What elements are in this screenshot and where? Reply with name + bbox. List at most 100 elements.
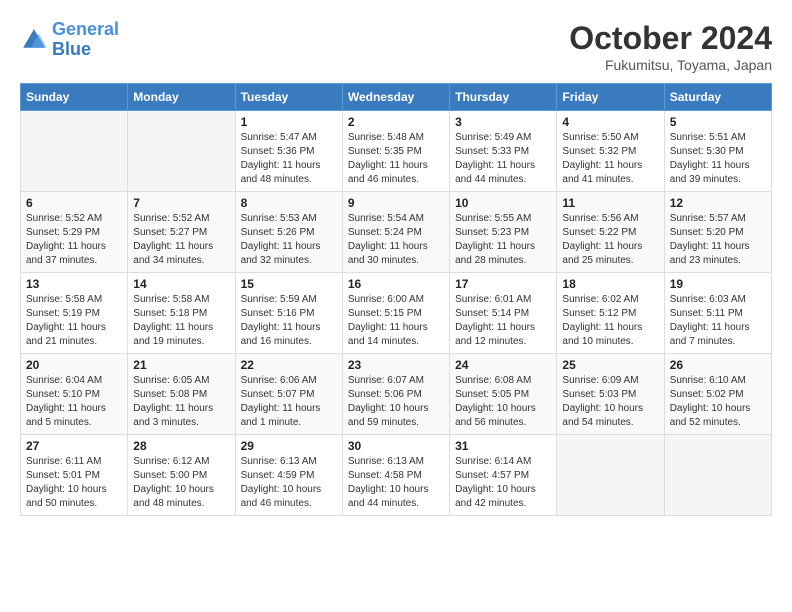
day-cell: 15 Sunrise: 5:59 AM Sunset: 5:16 PM Dayli… — [235, 273, 342, 354]
day-number: 18 — [562, 277, 658, 291]
day-cell — [128, 111, 235, 192]
day-info: Sunrise: 6:13 AM Sunset: 4:59 PM Dayligh… — [241, 455, 337, 511]
day-info: Sunrise: 5:48 AM Sunset: 5:35 PM Dayligh… — [348, 131, 444, 187]
day-info: Sunrise: 6:14 AM Sunset: 4:57 PM Dayligh… — [455, 455, 551, 511]
col-monday: Monday — [128, 84, 235, 111]
day-cell: 12Sunrise: 5:57 AM Sunset: 5:20 PM Dayli… — [664, 192, 771, 273]
day-cell: 20Sunrise: 6:04 AM Sunset: 5:10 PM Dayli… — [21, 354, 128, 435]
day-cell — [21, 111, 128, 192]
day-info: Sunrise: 6:02 AM Sunset: 5:12 PM Dayligh… — [562, 293, 658, 349]
day-cell: 11 Sunrise: 5:56 AM Sunset: 5:22 PM Dayli… — [557, 192, 664, 273]
logo-line1: General — [52, 19, 119, 39]
col-sunday: Sunday — [21, 84, 128, 111]
day-info: Sunrise: 5:55 AM Sunset: 5:23 PM Dayligh… — [455, 212, 551, 268]
col-thursday: Thursday — [450, 84, 557, 111]
day-number: 19 — [670, 277, 766, 291]
col-wednesday: Wednesday — [342, 84, 449, 111]
day-info: Sunrise: 6:03 AM Sunset: 5:11 PM Dayligh… — [670, 293, 766, 349]
day-cell: 28 Sunrise: 6:12 AM Sunset: 5:00 PM Dayli… — [128, 435, 235, 516]
day-cell: 22Sunrise: 6:06 AM Sunset: 5:07 PM Dayli… — [235, 354, 342, 435]
day-number: 13 — [26, 277, 122, 291]
week-row-5: 27Sunrise: 6:11 AM Sunset: 5:01 PM Dayli… — [21, 435, 772, 516]
day-info: Sunrise: 6:06 AM Sunset: 5:07 PM Dayligh… — [241, 374, 337, 430]
day-number: 1 — [241, 115, 337, 129]
col-saturday: Saturday — [664, 84, 771, 111]
day-cell: 31 Sunrise: 6:14 AM Sunset: 4:57 PM Dayli… — [450, 435, 557, 516]
day-cell: 2 Sunrise: 5:48 AM Sunset: 5:35 PM Daylig… — [342, 111, 449, 192]
day-number: 8 — [241, 196, 337, 210]
logo-line2: Blue — [52, 39, 91, 59]
day-info: Sunrise: 5:59 AM Sunset: 5:16 PM Dayligh… — [241, 293, 337, 349]
calendar-body: 1 Sunrise: 5:47 AM Sunset: 5:36 PM Daylig… — [21, 111, 772, 516]
week-row-2: 6Sunrise: 5:52 AM Sunset: 5:29 PM Daylig… — [21, 192, 772, 273]
day-cell: 29Sunrise: 6:13 AM Sunset: 4:59 PM Dayli… — [235, 435, 342, 516]
logo-text: General Blue — [52, 20, 119, 60]
day-cell: 24 Sunrise: 6:08 AM Sunset: 5:05 PM Dayli… — [450, 354, 557, 435]
day-number: 16 — [348, 277, 444, 291]
day-info: Sunrise: 5:49 AM Sunset: 5:33 PM Dayligh… — [455, 131, 551, 187]
day-info: Sunrise: 5:57 AM Sunset: 5:20 PM Dayligh… — [670, 212, 766, 268]
day-number: 31 — [455, 439, 551, 453]
location: Fukumitsu, Toyama, Japan — [569, 57, 772, 73]
day-cell: 21Sunrise: 6:05 AM Sunset: 5:08 PM Dayli… — [128, 354, 235, 435]
day-info: Sunrise: 6:13 AM Sunset: 4:58 PM Dayligh… — [348, 455, 444, 511]
day-number: 7 — [133, 196, 229, 210]
day-number: 24 — [455, 358, 551, 372]
day-number: 9 — [348, 196, 444, 210]
day-number: 5 — [670, 115, 766, 129]
day-number: 2 — [348, 115, 444, 129]
col-tuesday: Tuesday — [235, 84, 342, 111]
day-cell — [557, 435, 664, 516]
day-info: Sunrise: 5:52 AM Sunset: 5:27 PM Dayligh… — [133, 212, 229, 268]
day-cell: 6Sunrise: 5:52 AM Sunset: 5:29 PM Daylig… — [21, 192, 128, 273]
day-number: 11 — [562, 196, 658, 210]
day-info: Sunrise: 6:09 AM Sunset: 5:03 PM Dayligh… — [562, 374, 658, 430]
day-number: 25 — [562, 358, 658, 372]
day-number: 4 — [562, 115, 658, 129]
day-info: Sunrise: 6:12 AM Sunset: 5:00 PM Dayligh… — [133, 455, 229, 511]
day-number: 23 — [348, 358, 444, 372]
day-number: 3 — [455, 115, 551, 129]
day-number: 10 — [455, 196, 551, 210]
day-cell: 9 Sunrise: 5:54 AM Sunset: 5:24 PM Daylig… — [342, 192, 449, 273]
day-cell: 27Sunrise: 6:11 AM Sunset: 5:01 PM Dayli… — [21, 435, 128, 516]
day-info: Sunrise: 5:58 AM Sunset: 5:19 PM Dayligh… — [26, 293, 122, 349]
day-cell — [664, 435, 771, 516]
page-header: General Blue October 2024 Fukumitsu, Toy… — [20, 20, 772, 73]
day-number: 30 — [348, 439, 444, 453]
day-cell: 18 Sunrise: 6:02 AM Sunset: 5:12 PM Dayli… — [557, 273, 664, 354]
title-block: October 2024 Fukumitsu, Toyama, Japan — [569, 20, 772, 73]
day-cell: 26Sunrise: 6:10 AM Sunset: 5:02 PM Dayli… — [664, 354, 771, 435]
day-info: Sunrise: 5:50 AM Sunset: 5:32 PM Dayligh… — [562, 131, 658, 187]
calendar-table: Sunday Monday Tuesday Wednesday Thursday… — [20, 83, 772, 516]
day-info: Sunrise: 5:53 AM Sunset: 5:26 PM Dayligh… — [241, 212, 337, 268]
month-title: October 2024 — [569, 20, 772, 57]
week-row-1: 1 Sunrise: 5:47 AM Sunset: 5:36 PM Daylig… — [21, 111, 772, 192]
logo-icon — [20, 26, 48, 54]
day-info: Sunrise: 5:56 AM Sunset: 5:22 PM Dayligh… — [562, 212, 658, 268]
day-cell: 23 Sunrise: 6:07 AM Sunset: 5:06 PM Dayli… — [342, 354, 449, 435]
day-info: Sunrise: 6:08 AM Sunset: 5:05 PM Dayligh… — [455, 374, 551, 430]
day-number: 26 — [670, 358, 766, 372]
day-info: Sunrise: 5:58 AM Sunset: 5:18 PM Dayligh… — [133, 293, 229, 349]
day-info: Sunrise: 5:47 AM Sunset: 5:36 PM Dayligh… — [241, 131, 337, 187]
day-cell: 16Sunrise: 6:00 AM Sunset: 5:15 PM Dayli… — [342, 273, 449, 354]
day-number: 28 — [133, 439, 229, 453]
day-info: Sunrise: 5:54 AM Sunset: 5:24 PM Dayligh… — [348, 212, 444, 268]
day-cell: 13 Sunrise: 5:58 AM Sunset: 5:19 PM Dayli… — [21, 273, 128, 354]
day-cell: 10 Sunrise: 5:55 AM Sunset: 5:23 PM Dayli… — [450, 192, 557, 273]
day-cell: 25 Sunrise: 6:09 AM Sunset: 5:03 PM Dayli… — [557, 354, 664, 435]
day-info: Sunrise: 5:52 AM Sunset: 5:29 PM Dayligh… — [26, 212, 122, 268]
header-row: Sunday Monday Tuesday Wednesday Thursday… — [21, 84, 772, 111]
day-info: Sunrise: 6:07 AM Sunset: 5:06 PM Dayligh… — [348, 374, 444, 430]
day-cell: 4 Sunrise: 5:50 AM Sunset: 5:32 PM Daylig… — [557, 111, 664, 192]
week-row-4: 20Sunrise: 6:04 AM Sunset: 5:10 PM Dayli… — [21, 354, 772, 435]
day-cell: 14Sunrise: 5:58 AM Sunset: 5:18 PM Dayli… — [128, 273, 235, 354]
day-cell: 19 Sunrise: 6:03 AM Sunset: 5:11 PM Dayli… — [664, 273, 771, 354]
day-number: 15 — [241, 277, 337, 291]
day-info: Sunrise: 6:05 AM Sunset: 5:08 PM Dayligh… — [133, 374, 229, 430]
day-cell: 30 Sunrise: 6:13 AM Sunset: 4:58 PM Dayli… — [342, 435, 449, 516]
day-cell: 17Sunrise: 6:01 AM Sunset: 5:14 PM Dayli… — [450, 273, 557, 354]
calendar-header: Sunday Monday Tuesday Wednesday Thursday… — [21, 84, 772, 111]
day-cell: 7 Sunrise: 5:52 AM Sunset: 5:27 PM Daylig… — [128, 192, 235, 273]
